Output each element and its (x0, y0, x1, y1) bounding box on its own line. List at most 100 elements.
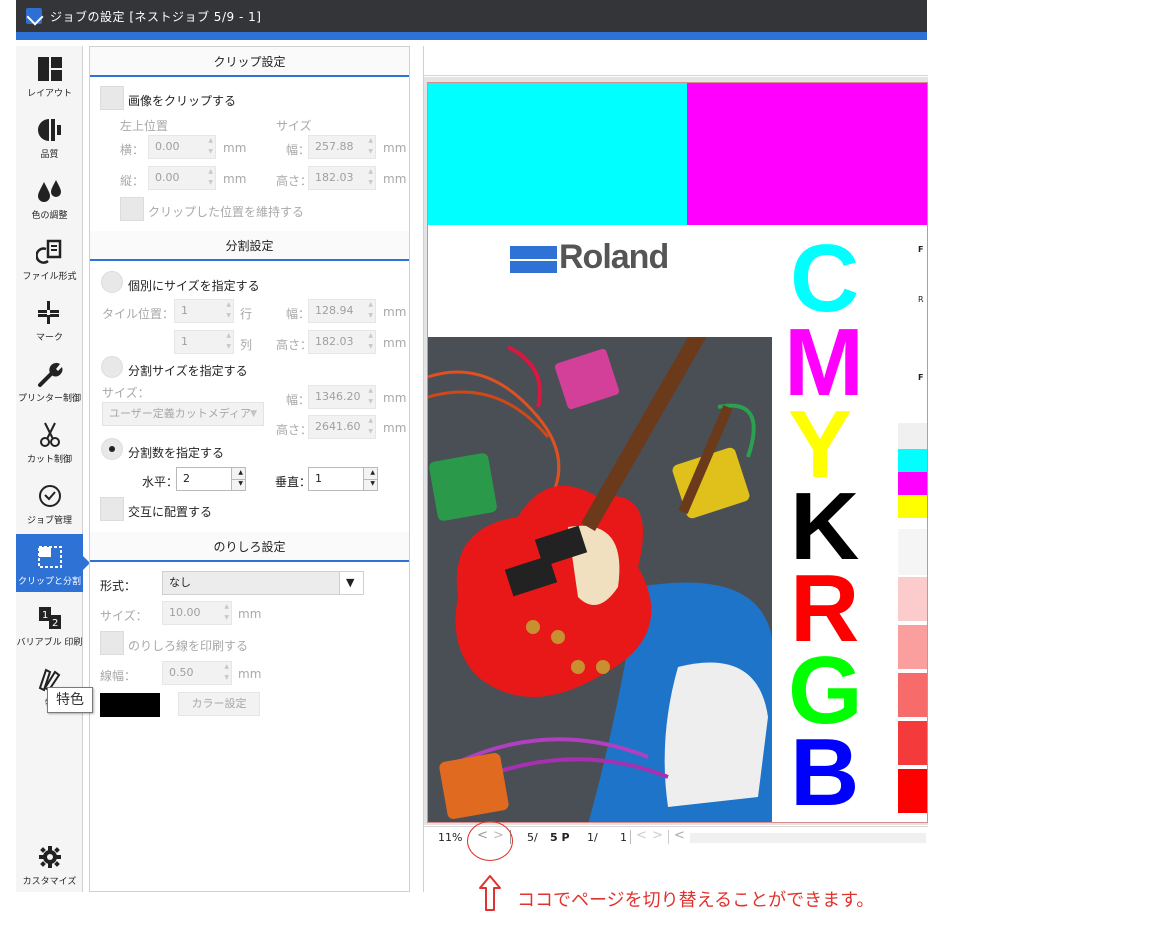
color-settings-button[interactable]: カラー設定 (178, 692, 260, 716)
x-label: 横： (120, 143, 145, 157)
unit-label: mm (238, 667, 262, 681)
vertical-count-stepper[interactable]: 1 (308, 467, 378, 491)
horizontal-count-stepper[interactable]: 2 (176, 467, 246, 491)
sub-page-total: 1 (620, 831, 627, 844)
w-label: 幅： (286, 307, 311, 321)
top-left-label: 左上位置 (120, 119, 169, 133)
letter-b: B (790, 719, 860, 823)
gear-icon (38, 846, 61, 868)
tile-w-value: 128.94 (315, 304, 354, 317)
nav-label: 品質 (40, 150, 59, 160)
swatch (898, 449, 927, 472)
guitar-photo (428, 323, 772, 822)
nav-label: バリアブル 印刷 (16, 638, 83, 648)
variable-print-icon: 12 (38, 607, 61, 629)
next-subpage-button[interactable]: > (652, 828, 663, 844)
nav-item-quality[interactable]: 品質 (16, 107, 83, 165)
guitar-illustration (428, 323, 772, 822)
vertical-count-value: 1 (315, 472, 322, 485)
page-number: 5/ (527, 831, 538, 844)
page-total: 5 P (550, 831, 570, 844)
clip-settings-header: クリップ設定 (90, 47, 409, 77)
alternate-checkbox[interactable] (100, 497, 124, 521)
side-label-2: R (918, 295, 924, 304)
side-label-1: F (918, 245, 924, 254)
nav-item-clip-split[interactable]: クリップと分割 (16, 534, 90, 592)
tooltip: 特色 (47, 687, 93, 713)
clip-w-stepper[interactable]: 257.88 (308, 135, 376, 159)
nav-label: レイアウト (26, 89, 72, 99)
margin-size-stepper[interactable]: 10.00 (162, 601, 232, 625)
media-h-stepper[interactable]: 2641.60 (308, 415, 376, 439)
side-nav: レイアウト 品質 色の調整 ファイル形式 マーク プリンター制御 カット制御 ジ… (16, 46, 90, 892)
scroll-left-button[interactable]: < (674, 828, 685, 844)
tile-col-stepper[interactable]: 1 (174, 330, 234, 354)
nav-item-printer-control[interactable]: プリンター制御 (16, 351, 83, 409)
nav-label: 色の調整 (31, 211, 68, 221)
split-size-radio[interactable] (101, 356, 123, 378)
clock-icon (38, 485, 61, 507)
nav-label: マーク (35, 333, 63, 343)
h-label: 高さ： (276, 423, 313, 437)
unit-label: mm (383, 336, 407, 350)
clip-h-stepper[interactable]: 182.03 (308, 166, 376, 190)
preview-canvas: Roland C M Y K R G B F R F (424, 77, 928, 825)
svg-text:2: 2 (52, 618, 58, 629)
media-w-stepper[interactable]: 1346.20 (308, 385, 376, 409)
split-count-radio[interactable] (101, 438, 123, 460)
tile-h-stepper[interactable]: 182.03 (308, 330, 376, 354)
unit-label: mm (383, 141, 407, 155)
nav-item-cut-control[interactable]: カット制御 (16, 412, 83, 470)
nav-label: カット制御 (26, 455, 72, 465)
nav-item-color-adjust[interactable]: 色の調整 (16, 168, 83, 226)
annotation-text: ココでページを切り替えることができます。 (517, 890, 875, 911)
split-size-label: 分割サイズを指定する (128, 364, 248, 378)
unit-label: mm (223, 141, 247, 155)
nav-item-layout[interactable]: レイアウト (16, 46, 83, 104)
split-count-label: 分割数を指定する (128, 446, 225, 460)
annotation-circle (467, 821, 513, 861)
format-select[interactable]: なし (162, 571, 364, 595)
nav-label: ジョブ管理 (26, 516, 72, 526)
color-drops-icon (37, 180, 61, 202)
margin-color-swatch (100, 693, 160, 717)
nav-label: カスタマイズ (22, 877, 77, 887)
tile-w-stepper[interactable]: 128.94 (308, 299, 376, 323)
swatch (898, 529, 927, 575)
y-label: 縦： (120, 174, 145, 188)
tile-row-stepper[interactable]: 1 (174, 299, 234, 323)
line-width-label: 線幅： (100, 669, 137, 683)
keep-position-label: クリップした位置を維持する (148, 205, 305, 219)
print-margin-line-label: のりしろ線を印刷する (128, 639, 249, 653)
crop-marks-icon (37, 301, 59, 324)
col-label: 列 (240, 338, 253, 352)
swatch (898, 577, 927, 621)
media-select[interactable]: ユーザー定義カットメディア (102, 402, 264, 426)
clip-x-stepper[interactable]: 0.00 (148, 135, 216, 159)
nav-item-file-format[interactable]: ファイル形式 (16, 229, 83, 287)
nav-label: ファイル形式 (22, 272, 77, 282)
clip-y-stepper[interactable]: 0.00 (148, 166, 216, 190)
horizontal-scrollbar[interactable] (690, 833, 926, 843)
print-margin-line-checkbox[interactable] (100, 631, 124, 655)
format-label: 形式： (100, 579, 137, 593)
nav-item-marks[interactable]: マーク (16, 290, 83, 348)
media-select-value: ユーザー定義カットメディア (109, 407, 252, 420)
preview-toolbar (424, 46, 928, 76)
separator (630, 830, 631, 844)
prev-subpage-button[interactable]: < (636, 828, 647, 844)
clip-w-value: 257.88 (315, 140, 354, 153)
individual-size-label: 個別にサイズを指定する (128, 279, 260, 293)
line-width-stepper[interactable]: 0.50 (162, 661, 232, 685)
media-w-value: 1346.20 (315, 390, 361, 403)
separator (668, 830, 669, 844)
margin-settings-header: のりしろ設定 (90, 532, 409, 562)
clip-image-checkbox[interactable] (100, 86, 124, 110)
keep-position-checkbox[interactable] (120, 197, 144, 221)
nav-item-customize[interactable]: カスタマイズ (16, 834, 83, 892)
nav-item-variable-print[interactable]: 12 バリアブル 印刷 (16, 595, 83, 653)
unit-label: mm (383, 305, 407, 319)
individual-size-radio[interactable] (101, 271, 123, 293)
nav-item-job-management[interactable]: ジョブ管理 (16, 473, 83, 531)
size-label: サイズ： (102, 386, 150, 400)
